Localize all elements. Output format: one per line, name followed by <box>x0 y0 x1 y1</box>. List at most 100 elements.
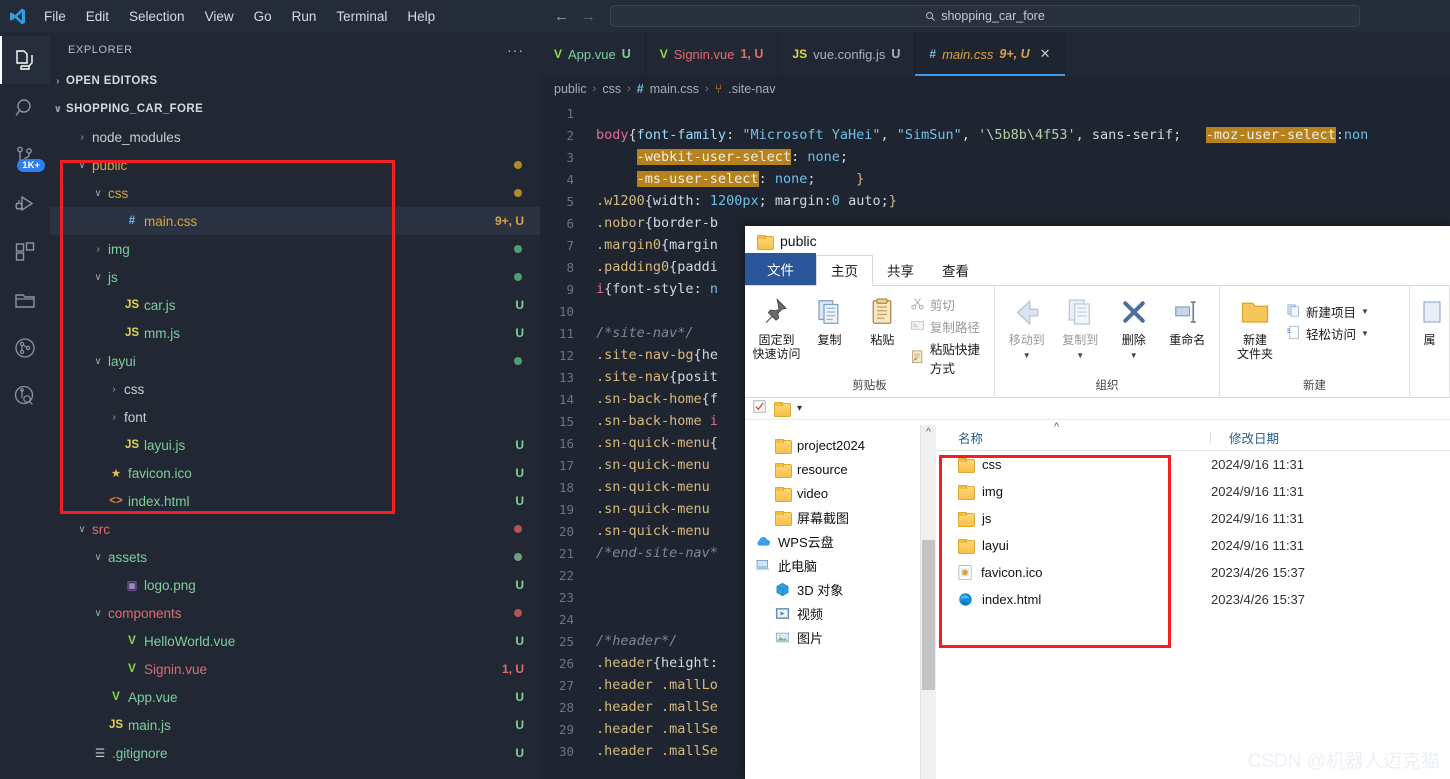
file-list-pane[interactable]: ^ 名称 修改日期 css 2024/9/16 11:31 img 2024/9/16… <box>936 421 1450 779</box>
ribbon-tab-file[interactable]: 文件 <box>745 253 816 285</box>
activity-bar[interactable]: 1K+ <box>0 32 50 779</box>
breadcrumb[interactable]: public › css › # main.css › ⑂ .site-nav <box>540 76 1450 102</box>
command-search-input[interactable]: shopping_car_fore <box>610 5 1360 27</box>
tree-item-mm-js[interactable]: JS mm.js U <box>50 319 540 347</box>
menu-file[interactable]: File <box>34 7 76 26</box>
chevron-down-icon[interactable]: ▼ <box>1130 349 1138 363</box>
file-row[interactable]: css 2024/9/16 11:31 <box>936 451 1450 478</box>
explorer-nav-pane[interactable]: project2024 resource video 屏幕截图 WPS云盘 此电脑 3D 对… <box>745 425 920 779</box>
code-line[interactable]: 1 <box>540 102 1450 124</box>
chevron-down-icon[interactable]: ∨ <box>74 524 90 535</box>
chevron-right-icon[interactable]: › <box>106 412 122 423</box>
editor-tab-signin-vue[interactable]: V Signin.vue 1, U <box>645 32 779 76</box>
nav-item-project2024[interactable]: project2024 <box>745 433 920 457</box>
nav-item--[interactable]: 视频 <box>745 601 920 625</box>
breadcrumb-item-main-css[interactable]: main.css <box>650 82 699 96</box>
tree-item-helloworld-vue[interactable]: V HelloWorld.vue U <box>50 627 540 655</box>
quick-access-toolbar[interactable]: ▾ <box>745 398 1450 420</box>
menu-view[interactable]: View <box>195 7 244 26</box>
tree-item-css[interactable]: ∨ css <box>50 179 540 207</box>
ribbon-tab-view[interactable]: 查看 <box>928 256 983 285</box>
tree-item-favicon-ico[interactable]: ★ favicon.ico U <box>50 459 540 487</box>
chevron-right-icon[interactable]: › <box>106 384 122 395</box>
paste-shortcut-button[interactable]: 粘贴快捷方式 <box>910 339 988 377</box>
tree-item-layui-js[interactable]: JS layui.js U <box>50 431 540 459</box>
activity-git-graph[interactable] <box>0 324 50 372</box>
ribbon-tab-home[interactable]: 主页 <box>816 255 873 286</box>
editor-tab-main-css[interactable]: # main.css 9+, U ✕ <box>915 32 1066 76</box>
tree-item-app-vue[interactable]: V App.vue U <box>50 683 540 711</box>
copy-button[interactable]: 复制 <box>804 290 855 347</box>
activity-run-debug[interactable] <box>0 180 50 228</box>
chevron-down-icon[interactable]: ▼ <box>1076 349 1084 363</box>
chevron-down-icon[interactable]: ▾ <box>797 403 802 414</box>
chevron-down-icon[interactable]: ∨ <box>90 608 106 619</box>
nav-item-wps-[interactable]: WPS云盘 <box>745 529 920 553</box>
scrollbar-thumb[interactable] <box>922 540 935 690</box>
tree-item-signin-vue[interactable]: V Signin.vue 1, U <box>50 655 540 683</box>
activity-folder[interactable] <box>0 276 50 324</box>
scroll-up-icon[interactable]: ^ <box>921 427 936 438</box>
ribbon-tabs[interactable]: 文件 主页 共享 查看 <box>745 253 1450 286</box>
sidebar-more-icon[interactable]: ··· <box>507 42 524 58</box>
file-row[interactable]: img 2024/9/16 11:31 <box>936 478 1450 505</box>
chevron-down-icon[interactable]: ▼ <box>1023 349 1031 363</box>
menu-help[interactable]: Help <box>397 7 445 26</box>
menu-terminal[interactable]: Terminal <box>326 7 397 26</box>
code-line[interactable]: 5 .w1200{width: 1200px; margin:0 auto;} <box>540 190 1450 212</box>
file-row[interactable]: index.html 2023/4/26 15:37 <box>936 586 1450 613</box>
code-line[interactable]: 3 -webkit-user-select: none; <box>540 146 1450 168</box>
tree-item-img[interactable]: › img <box>50 235 540 263</box>
copy-to-button[interactable]: 复制到 ▼ <box>1055 290 1107 363</box>
tree-item-css[interactable]: › css <box>50 375 540 403</box>
tree-item-js[interactable]: ∨ js <box>50 263 540 291</box>
chevron-down-icon[interactable]: ▼ <box>1361 329 1369 338</box>
easy-access-button[interactable]: 轻松访问 ▼ <box>1286 324 1369 343</box>
pin-to-quick-access-button[interactable]: 固定到 快速访问 <box>751 290 802 361</box>
column-header-modified[interactable]: 修改日期 <box>1211 428 1279 447</box>
chevron-down-icon[interactable]: ▼ <box>1361 307 1369 316</box>
sidebar-section-project[interactable]: ∨ SHOPPING_CAR_FORE <box>50 95 540 123</box>
copy-path-button[interactable]: 复制路径 <box>910 317 988 336</box>
breadcrumb-item-public[interactable]: public <box>554 82 587 96</box>
menu-selection[interactable]: Selection <box>119 7 195 26</box>
delete-button[interactable]: 删除 ▼ <box>1108 290 1160 363</box>
file-tree[interactable]: › node_modules ∨ public ∨ css # main.css 9+, U › i… <box>50 123 540 767</box>
code-line[interactable]: 4 -ms-user-select: none; } <box>540 168 1450 190</box>
cut-button[interactable]: 剪切 <box>910 295 988 314</box>
editor-tabs[interactable]: V App.vue U V Signin.vue 1, U JS vue.config.js U… <box>540 32 1450 76</box>
chevron-down-icon[interactable]: ∨ <box>90 188 106 199</box>
file-row[interactable]: favicon.ico 2023/4/26 15:37 <box>936 559 1450 586</box>
nav-item-3d-[interactable]: 3D 对象 <box>745 577 920 601</box>
activity-git-search[interactable] <box>0 372 50 420</box>
chevron-down-icon[interactable]: ∨ <box>90 552 106 563</box>
open-button[interactable]: 属 <box>1416 290 1443 347</box>
back-arrow-icon[interactable]: ← <box>554 8 569 25</box>
tree-item-node-modules[interactable]: › node_modules <box>50 123 540 151</box>
menu-bar[interactable]: File Edit Selection View Go Run Terminal… <box>34 7 445 26</box>
tree-item--gitignore[interactable]: ☰ .gitignore U <box>50 739 540 767</box>
nav-item-video[interactable]: video <box>745 481 920 505</box>
activity-search[interactable] <box>0 84 50 132</box>
tree-item-font[interactable]: › font <box>50 403 540 431</box>
move-to-button[interactable]: 移动到 ▼ <box>1001 290 1053 363</box>
tree-item-index-html[interactable]: <> index.html U <box>50 487 540 515</box>
new-item-button[interactable]: 新建项目 ▼ <box>1286 302 1369 321</box>
ribbon[interactable]: 固定到 快速访问 复制 粘贴 剪切 复制路径 粘贴快捷方式 剪贴板 移动到 ▼ … <box>745 286 1450 398</box>
menu-run[interactable]: Run <box>282 7 327 26</box>
column-header-name[interactable]: ^ 名称 <box>936 421 1211 447</box>
file-list-header[interactable]: ^ 名称 修改日期 <box>936 421 1450 451</box>
folder-icon[interactable] <box>774 402 791 417</box>
file-row[interactable]: js 2024/9/16 11:31 <box>936 505 1450 532</box>
breadcrumb-item-css[interactable]: css <box>602 82 621 96</box>
nav-item-resource[interactable]: resource <box>745 457 920 481</box>
nav-scrollbar[interactable]: ^ <box>920 425 936 779</box>
code-line[interactable]: 2 body{font-family: "Microsoft YaHei", "S… <box>540 124 1450 146</box>
menu-edit[interactable]: Edit <box>76 7 119 26</box>
forward-arrow-icon[interactable]: → <box>581 8 596 25</box>
chevron-right-icon[interactable]: › <box>90 244 106 255</box>
tree-item-src[interactable]: ∨ src <box>50 515 540 543</box>
activity-explorer[interactable] <box>0 36 50 84</box>
menu-go[interactable]: Go <box>244 7 282 26</box>
tree-item-logo-png[interactable]: ▣ logo.png U <box>50 571 540 599</box>
